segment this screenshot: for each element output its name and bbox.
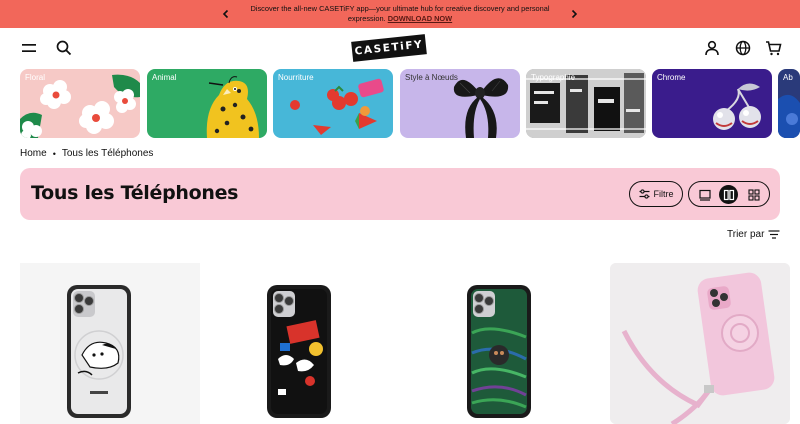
site-header: CASETiFY xyxy=(0,28,800,68)
category-abstract[interactable]: Ab xyxy=(778,69,800,138)
promo-download-link[interactable]: DOWNLOAD NOW xyxy=(388,14,452,23)
category-floral[interactable]: Floral xyxy=(20,69,140,138)
grid-view-icon xyxy=(747,188,760,201)
globe-icon xyxy=(735,40,751,56)
product-card-cat-case[interactable] xyxy=(20,263,200,424)
category-label: Style à Nœuds xyxy=(405,73,458,82)
casetify-logo[interactable]: CASETiFY xyxy=(351,34,427,62)
user-icon xyxy=(705,40,719,56)
menu-button[interactable] xyxy=(18,37,40,59)
sort-icon xyxy=(768,230,780,239)
product-image xyxy=(610,263,790,424)
sort-label: Trier par xyxy=(727,229,765,240)
category-label: Floral xyxy=(25,73,46,82)
account-button[interactable] xyxy=(701,37,723,59)
product-card-pink-crossbody-case[interactable] xyxy=(610,263,790,424)
language-button[interactable] xyxy=(732,37,754,59)
breadcrumb-separator: • xyxy=(52,148,56,159)
filter-button[interactable]: Filtre xyxy=(629,181,683,207)
promo-banner: Discover the all-new CASETiFY app—your u… xyxy=(0,0,800,28)
category-animal[interactable]: Animal xyxy=(147,69,267,138)
product-card-pattern-case[interactable] xyxy=(220,263,400,424)
category-food[interactable]: Nourriture xyxy=(273,69,393,138)
view-single-button[interactable] xyxy=(695,185,714,204)
product-image xyxy=(267,285,331,418)
product-image xyxy=(467,285,531,418)
promo-message: Discover the all-new CASETiFY app—your u… xyxy=(240,4,560,23)
chevron-left-icon xyxy=(222,9,229,19)
chevron-right-icon xyxy=(571,9,578,19)
two-column-view-icon xyxy=(723,189,734,200)
cart-button[interactable] xyxy=(762,37,784,59)
search-button[interactable] xyxy=(53,37,75,59)
search-icon xyxy=(56,40,72,56)
breadcrumb-home[interactable]: Home xyxy=(20,148,47,159)
category-label: Ab xyxy=(783,73,793,82)
page-title: Tous les Téléphones xyxy=(31,182,239,204)
category-label: Animal xyxy=(152,73,177,82)
category-bows[interactable]: Style à Nœuds xyxy=(400,69,520,138)
breadcrumb: Home • Tous les Téléphones xyxy=(20,148,153,159)
view-toggle-group xyxy=(688,181,770,207)
filter-icon xyxy=(639,189,649,199)
category-typography[interactable]: Typographie xyxy=(526,69,646,138)
page-title-bar: Tous les Téléphones Filtre xyxy=(20,168,780,220)
product-image xyxy=(67,285,131,418)
promo-next-button[interactable] xyxy=(566,6,582,22)
promo-prev-button[interactable] xyxy=(218,6,234,22)
logo-text: CASETiFY xyxy=(354,38,424,58)
breadcrumb-current: Tous les Téléphones xyxy=(61,148,154,159)
filter-label: Filtre xyxy=(653,189,674,199)
product-card-brushstroke-case[interactable] xyxy=(420,263,600,424)
menu-icon xyxy=(22,44,36,52)
category-label: Chrome xyxy=(657,73,686,82)
single-view-icon xyxy=(698,189,711,201)
category-label: Typographie xyxy=(531,73,576,82)
category-chrome[interactable]: Chrome xyxy=(652,69,772,138)
category-label: Nourriture xyxy=(278,73,314,82)
category-carousel: Floral Animal Nourriture Style à Nœuds T… xyxy=(20,69,800,139)
view-grid-button[interactable] xyxy=(744,185,763,204)
cart-icon xyxy=(765,41,782,56)
view-two-column-button[interactable] xyxy=(719,185,738,204)
sort-button[interactable]: Trier par xyxy=(727,229,780,240)
